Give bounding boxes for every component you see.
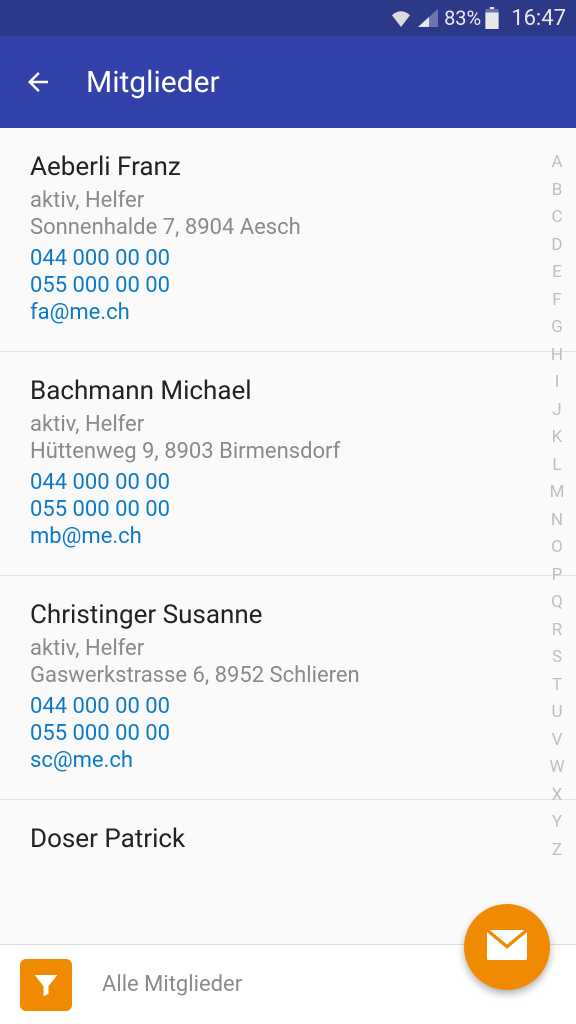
alpha-letter[interactable]: C xyxy=(551,205,562,231)
alpha-letter[interactable]: D xyxy=(551,233,562,259)
filter-button[interactable] xyxy=(20,959,72,1011)
alpha-letter[interactable]: V xyxy=(552,728,563,754)
signal-icon xyxy=(418,9,438,27)
alpha-letter[interactable]: Y xyxy=(552,810,562,836)
alpha-letter[interactable]: J xyxy=(552,398,561,424)
member-item[interactable]: Aeberli Franz aktiv, Helfer Sonnenhalde … xyxy=(0,128,576,352)
alpha-letter[interactable]: X xyxy=(552,783,563,809)
member-phone1[interactable]: 044 000 00 00 xyxy=(30,694,546,719)
compose-fab[interactable] xyxy=(464,904,550,990)
app-bar: Mitglieder xyxy=(0,36,576,128)
alpha-letter[interactable]: U xyxy=(551,700,562,726)
mail-icon xyxy=(487,929,527,965)
back-button[interactable] xyxy=(18,62,58,102)
battery-indicator: 83% xyxy=(444,6,499,30)
alpha-letter[interactable]: E xyxy=(552,260,562,286)
alpha-letter[interactable]: A xyxy=(551,150,562,176)
member-name: Bachmann Michael xyxy=(30,376,546,406)
page-title: Mitglieder xyxy=(86,65,220,100)
alpha-letter[interactable]: O xyxy=(551,535,563,561)
member-role: aktiv, Helfer xyxy=(30,412,546,437)
alpha-letter[interactable]: F xyxy=(552,288,561,314)
alpha-letter[interactable]: Q xyxy=(551,590,563,616)
alpha-letter[interactable]: R xyxy=(552,618,562,644)
member-item[interactable]: Doser Patrick xyxy=(0,800,576,854)
wifi-icon xyxy=(390,9,412,27)
alpha-index[interactable]: A B C D E F G H I J K L M N O P Q R S T … xyxy=(544,150,570,863)
alpha-letter[interactable]: L xyxy=(552,453,561,479)
battery-percent: 83% xyxy=(444,6,481,30)
member-role: aktiv, Helfer xyxy=(30,188,546,213)
alpha-letter[interactable]: P xyxy=(552,563,563,589)
member-name: Christinger Susanne xyxy=(30,600,546,630)
status-bar: 83% 16:47 xyxy=(0,0,576,36)
filter-label: Alle Mitglieder xyxy=(102,972,242,997)
alpha-letter[interactable]: T xyxy=(552,673,562,699)
member-phone2[interactable]: 055 000 00 00 xyxy=(30,273,546,298)
member-phone1[interactable]: 044 000 00 00 xyxy=(30,246,546,271)
alpha-letter[interactable]: N xyxy=(551,508,563,534)
alpha-letter[interactable]: K xyxy=(552,425,563,451)
member-email[interactable]: fa@me.ch xyxy=(30,300,546,325)
member-phone2[interactable]: 055 000 00 00 xyxy=(30,721,546,746)
alpha-letter[interactable]: W xyxy=(549,755,564,781)
member-phone1[interactable]: 044 000 00 00 xyxy=(30,470,546,495)
alpha-letter[interactable]: Z xyxy=(552,838,562,864)
member-name: Doser Patrick xyxy=(30,824,546,854)
member-role: aktiv, Helfer xyxy=(30,636,546,661)
member-list[interactable]: Aeberli Franz aktiv, Helfer Sonnenhalde … xyxy=(0,128,576,944)
alpha-letter[interactable]: B xyxy=(552,178,563,204)
member-item[interactable]: Bachmann Michael aktiv, Helfer Hüttenweg… xyxy=(0,352,576,576)
member-address: Hüttenweg 9, 8903 Birmensdorf xyxy=(30,439,546,464)
alpha-letter[interactable]: I xyxy=(555,370,560,396)
alpha-letter[interactable]: H xyxy=(551,343,563,369)
member-address: Sonnenhalde 7, 8904 Aesch xyxy=(30,215,546,240)
clock: 16:47 xyxy=(511,6,566,31)
member-item[interactable]: Christinger Susanne aktiv, Helfer Gaswer… xyxy=(0,576,576,800)
member-email[interactable]: mb@me.ch xyxy=(30,524,546,549)
alpha-letter[interactable]: S xyxy=(552,645,562,671)
alpha-letter[interactable]: G xyxy=(551,315,563,341)
member-email[interactable]: sc@me.ch xyxy=(30,748,546,773)
member-phone2[interactable]: 055 000 00 00 xyxy=(30,497,546,522)
alpha-letter[interactable]: M xyxy=(550,480,565,506)
member-address: Gaswerkstrasse 6, 8952 Schlieren xyxy=(30,663,546,688)
member-name: Aeberli Franz xyxy=(30,152,546,182)
